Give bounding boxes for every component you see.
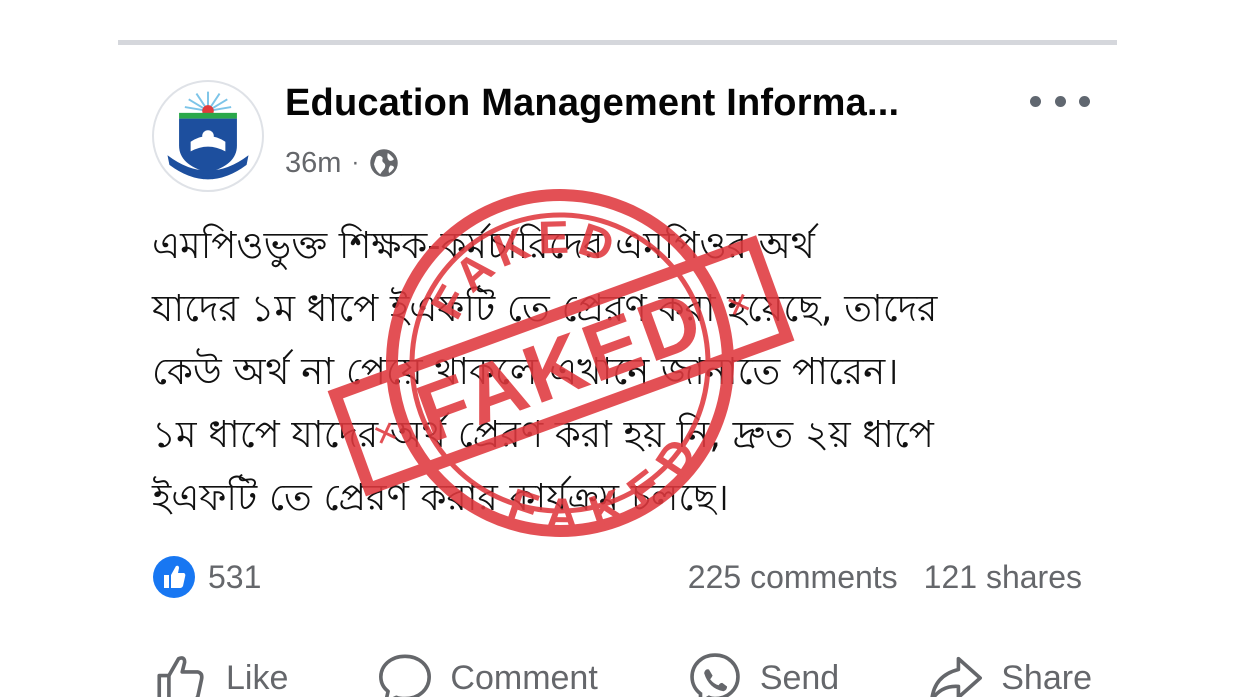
more-dot-icon bbox=[1079, 95, 1090, 107]
thumbs-up-icon bbox=[157, 656, 204, 697]
post-actions: Like Comment Send Share bbox=[152, 648, 1092, 697]
top-divider bbox=[118, 40, 1117, 45]
post-body-line: কেউ অর্থ না পেয়ে থাকলে এখানে জানাতে পার… bbox=[152, 350, 899, 393]
send-label: Send bbox=[759, 658, 840, 697]
page-name[interactable]: Education Management Informa... bbox=[285, 82, 985, 125]
more-options-button[interactable] bbox=[1030, 86, 1090, 116]
page-avatar[interactable]: ◆◆◆ bbox=[152, 80, 264, 192]
comment-bubble-icon bbox=[379, 654, 432, 697]
share-arrow-icon bbox=[930, 656, 983, 697]
stats-right: 225 comments 121 shares bbox=[688, 559, 1082, 596]
reaction-count[interactable]: 531 bbox=[208, 559, 261, 596]
globe-icon[interactable] bbox=[369, 148, 399, 178]
like-button[interactable]: Like bbox=[152, 649, 288, 697]
more-dot-icon bbox=[1054, 95, 1066, 107]
meta-separator: · bbox=[351, 149, 360, 176]
comment-button[interactable]: Comment bbox=[376, 649, 598, 697]
emis-logo-icon: ◆◆◆ bbox=[154, 82, 262, 190]
like-reaction-icon[interactable] bbox=[152, 555, 196, 599]
post-meta: 36m · bbox=[285, 143, 399, 183]
post-body-line: যাদের ১ম ধাপে ইএফটি তে প্রেরণ করা হয়েছে… bbox=[152, 287, 938, 330]
like-label: Like bbox=[226, 658, 289, 697]
post-body-line: ১ম ধাপে যাদের অর্থ প্রেরণ করা হয় নি, দ্… bbox=[152, 413, 934, 456]
post-body: এমপিওভুক্ত শিক্ষক-কর্মচারিদের এমপিওর অর্… bbox=[152, 214, 1112, 529]
post-body-line: এমপিওভুক্ত শিক্ষক-কর্মচারিদের এমপিওর অর্… bbox=[152, 224, 815, 267]
share-button[interactable]: Share bbox=[927, 649, 1092, 697]
comment-label: Comment bbox=[450, 658, 598, 697]
send-button[interactable]: Send bbox=[686, 649, 839, 697]
svg-text:◆◆◆: ◆◆◆ bbox=[201, 174, 215, 180]
reaction-stats: 531 225 comments 121 shares bbox=[152, 552, 1082, 602]
post-time[interactable]: 36m bbox=[285, 147, 341, 180]
share-label: Share bbox=[1001, 658, 1092, 697]
messenger-icon bbox=[690, 653, 740, 697]
comment-count[interactable]: 225 comments bbox=[688, 559, 898, 596]
share-count[interactable]: 121 shares bbox=[924, 559, 1082, 596]
more-dot-icon bbox=[1030, 95, 1041, 107]
post-body-line: ইএফটি তে প্রেরণ করার কার্যক্রম চলছে। bbox=[152, 476, 729, 519]
